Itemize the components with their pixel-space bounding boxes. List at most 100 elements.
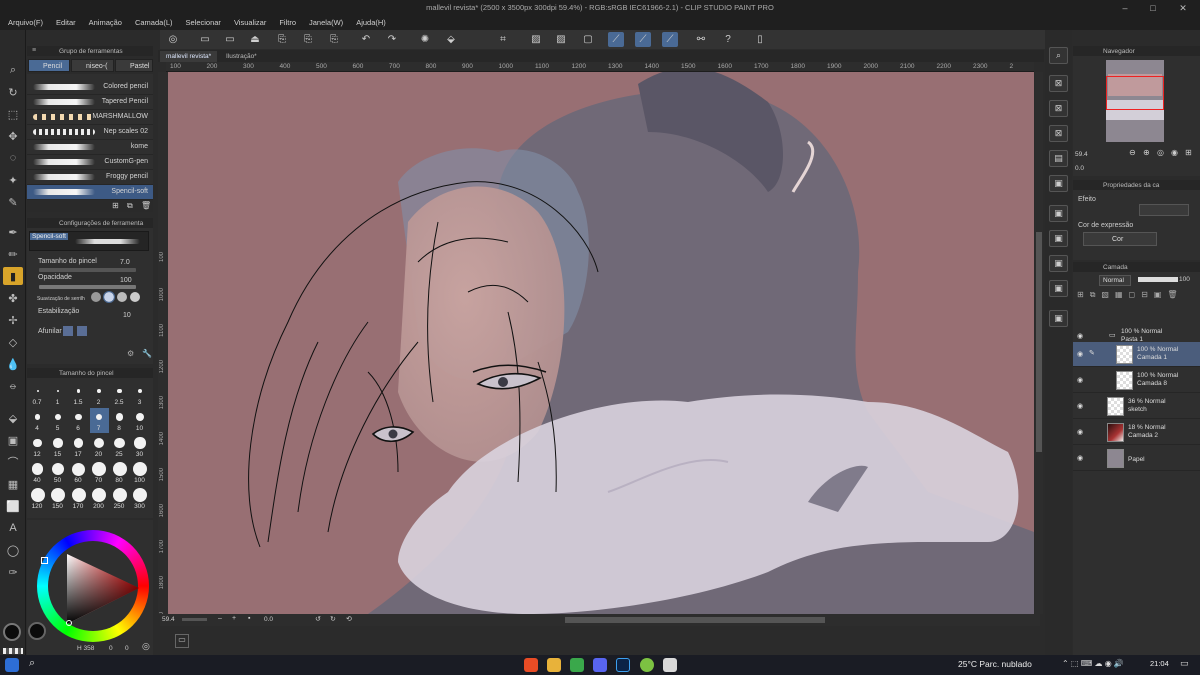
loading-icon[interactable]: ✺ xyxy=(417,32,433,47)
select-all-icon[interactable]: ▨ xyxy=(553,32,569,47)
effect-buttons[interactable] xyxy=(1139,204,1189,216)
brush-size-cell[interactable]: 8 xyxy=(110,408,129,433)
material-pattern-icon[interactable]: ▣ xyxy=(1049,280,1068,297)
blend-mode-select[interactable]: Normal xyxy=(1099,275,1131,286)
snap-grid-icon[interactable]: ⟋ xyxy=(662,32,678,47)
zoom-in-icon[interactable]: + xyxy=(232,615,236,622)
brush-size-cell[interactable]: 170 xyxy=(69,486,88,511)
sub-color-swatch[interactable] xyxy=(28,622,46,640)
nav-zoom-out-icon[interactable]: ⊖ xyxy=(1129,148,1136,157)
brush-size-value[interactable]: 7.0 xyxy=(120,259,130,266)
brush-size-cell[interactable]: 150 xyxy=(49,486,68,511)
antialias-mid-icon[interactable] xyxy=(117,292,127,302)
select-invert-icon[interactable]: ▢ xyxy=(580,32,596,47)
rotate-right-icon[interactable]: ↻ xyxy=(330,615,336,623)
eye-icon[interactable]: ◉ xyxy=(1077,428,1085,436)
nav-zoom-in-icon[interactable]: ⊕ xyxy=(1143,148,1150,157)
export-alt-icon[interactable]: ⎘ xyxy=(300,32,316,47)
close-button[interactable]: ✕ xyxy=(1172,2,1194,14)
copy-subtool-icon[interactable]: ⧉ xyxy=(127,201,133,211)
eye-icon[interactable]: ◉ xyxy=(1077,376,1085,384)
menu-janela[interactable]: Janela(W) xyxy=(301,16,348,30)
help-icon[interactable]: ? xyxy=(720,32,736,47)
hue-marker[interactable] xyxy=(41,557,48,564)
brush-size-cell[interactable]: 15 xyxy=(49,434,68,459)
menu-editar[interactable]: Editar xyxy=(48,16,81,30)
sub-view-icon[interactable]: ⊠ xyxy=(1049,75,1068,92)
open-file-icon[interactable]: ▭ xyxy=(222,32,238,47)
antialias-weak-icon[interactable] xyxy=(103,291,115,303)
brush-size-cell[interactable]: 5 xyxy=(49,408,68,433)
brush-size-cell[interactable]: 17 xyxy=(69,434,88,459)
list-item[interactable]: CustomG-pen xyxy=(27,155,153,170)
clip-studio-taskbar-icon[interactable] xyxy=(663,658,677,672)
select-none-icon[interactable]: ▨ xyxy=(528,32,544,47)
pen-icon[interactable]: ✒ xyxy=(3,223,23,241)
fit-icon[interactable]: ▪ xyxy=(248,615,250,622)
nav-flip-icon[interactable]: ⊞ xyxy=(1185,148,1192,157)
color-settings-icon[interactable]: ◎ xyxy=(142,641,150,652)
menu-camada[interactable]: Camada(L) xyxy=(127,16,178,30)
list-item[interactable]: Tapered Pencil xyxy=(27,95,153,110)
brush-size-cell[interactable]: 3 xyxy=(131,382,150,407)
vertical-scrollbar[interactable] xyxy=(1035,72,1043,614)
zoom-icon[interactable]: ⌕ xyxy=(3,61,23,79)
chrome-icon[interactable] xyxy=(570,658,584,672)
settings-icon[interactable]: ⚙ xyxy=(127,349,134,358)
export-batch-icon[interactable]: ⎘ xyxy=(326,32,342,47)
zoom-value[interactable]: 59.4 xyxy=(162,616,175,623)
navigator-icon[interactable]: ⌕ xyxy=(1049,47,1068,64)
crop-icon[interactable]: ⌗ xyxy=(495,32,511,47)
balloon-icon[interactable]: ◯ xyxy=(3,541,23,559)
antialias-options[interactable] xyxy=(91,291,147,304)
list-item[interactable]: kome xyxy=(27,140,153,155)
menu-visualizar[interactable]: Visualizar xyxy=(226,16,271,30)
smartphone-icon[interactable]: ▯ xyxy=(752,32,768,47)
brush-size-cell[interactable]: 20 xyxy=(90,434,109,459)
airbrush-icon[interactable]: ✤ xyxy=(3,289,23,307)
tab-mallevil[interactable]: mallevil revista* xyxy=(160,51,218,62)
ruler-icon[interactable]: ⬜ xyxy=(3,497,23,515)
delete-subtool-icon[interactable]: 🗑 xyxy=(141,201,151,210)
brush-size-cell[interactable]: 1.5 xyxy=(69,382,88,407)
layer-row[interactable]: ◉ Papel xyxy=(1073,446,1200,471)
brush-size-cell[interactable]: 40 xyxy=(28,460,47,485)
brush-size-cell[interactable]: 30 xyxy=(131,434,150,459)
clip-studio-icon[interactable]: ◎ xyxy=(165,32,181,47)
menu-selecionar[interactable]: Selecionar xyxy=(177,16,225,30)
brush-size-cell[interactable]: 250 xyxy=(110,486,129,511)
zoom-slider[interactable] xyxy=(182,618,207,621)
blend-icon[interactable]: 💧 xyxy=(3,355,23,373)
tray-icons[interactable]: ⌃ ⬚ ⌨ ☁ ◉ 🔊 xyxy=(1062,659,1124,668)
decoration-icon[interactable]: ✢ xyxy=(3,311,23,329)
list-item[interactable]: Nep scales 02 xyxy=(27,125,153,140)
main-color-swatch[interactable] xyxy=(3,623,21,641)
saturation-triangle[interactable] xyxy=(57,546,141,630)
menu-arquivo[interactable]: Arquivo(F) xyxy=(0,16,48,30)
search-icon[interactable]: ⌕ xyxy=(29,657,35,670)
menu-animacao[interactable]: Animação xyxy=(81,16,127,30)
redo-icon[interactable]: ↷ xyxy=(384,32,400,47)
brush-size-cell[interactable]: 300 xyxy=(131,486,150,511)
stabilization-value[interactable]: 10 xyxy=(123,312,131,319)
expression-select[interactable]: Cor xyxy=(1083,232,1157,246)
navigator-preview[interactable] xyxy=(1106,60,1164,142)
eyedropper-icon[interactable]: ✎ xyxy=(3,193,23,211)
brush-icon[interactable]: ▮ xyxy=(3,267,23,285)
brush-size-cell[interactable]: 60 xyxy=(69,460,88,485)
wrench-icon[interactable]: 🔧 xyxy=(142,349,152,358)
brush-size-cell[interactable]: 100 xyxy=(131,460,150,485)
eye-icon[interactable]: ◉ xyxy=(1077,402,1085,410)
save-icon[interactable]: ⏏ xyxy=(247,32,263,47)
layer-row[interactable]: ◉ 36 % Normal sketch xyxy=(1073,394,1200,419)
brush-size-cell[interactable]: 120 xyxy=(28,486,47,511)
tab-niseo[interactable]: niseo-( xyxy=(71,59,114,72)
brush-size-cell[interactable]: 6 xyxy=(69,408,88,433)
brush-size-cell[interactable]: 50 xyxy=(49,460,68,485)
panel-menu-icon[interactable]: ≡ xyxy=(32,47,36,54)
item-bank-icon[interactable]: ⊠ xyxy=(1049,100,1068,117)
layer-row[interactable]: ◉ 100 % Normal Camada 8 xyxy=(1073,368,1200,393)
brave-icon[interactable] xyxy=(524,658,538,672)
snap-ruler-icon[interactable]: ⟋ xyxy=(608,32,624,47)
undo-icon[interactable]: ↶ xyxy=(358,32,374,47)
